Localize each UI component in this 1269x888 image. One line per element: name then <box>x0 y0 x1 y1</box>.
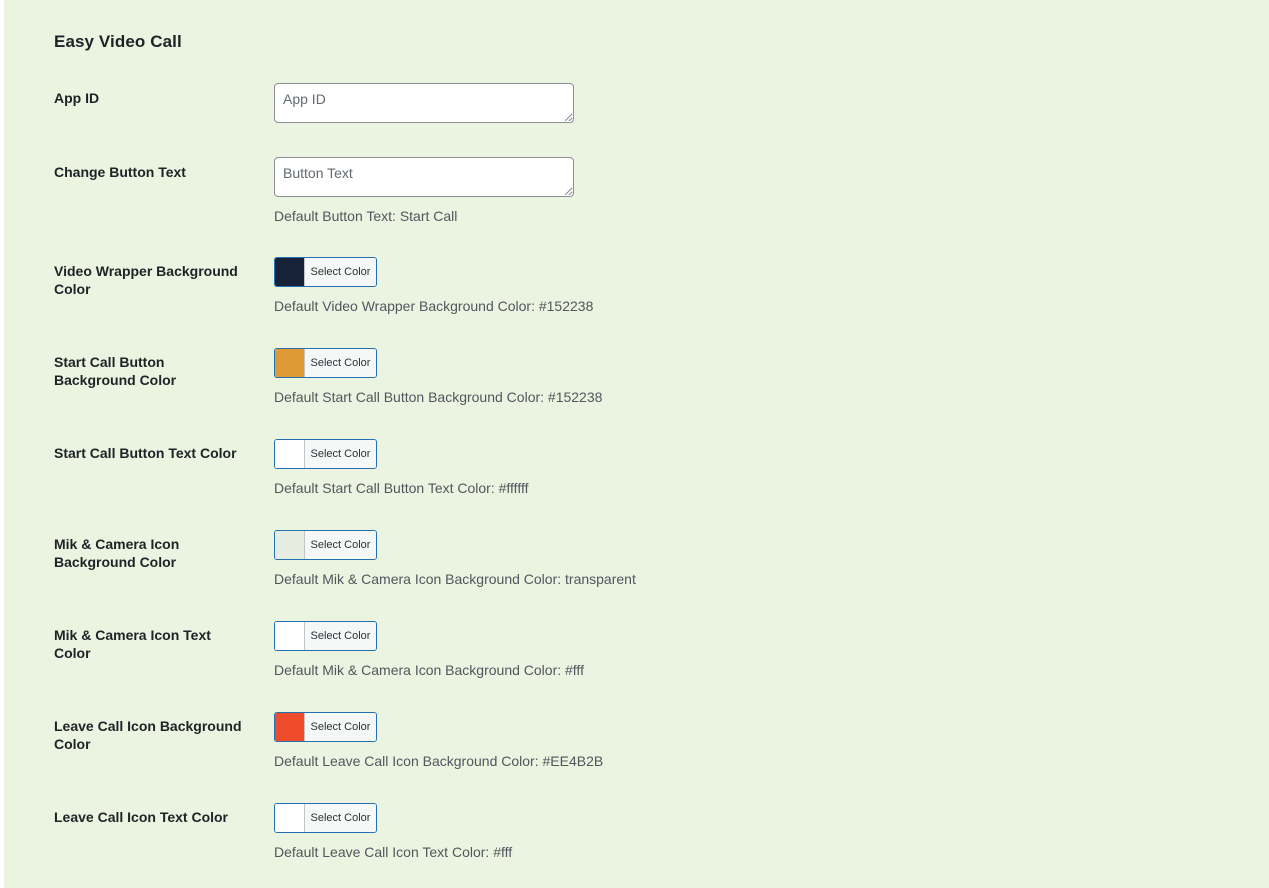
color-row-label: Start Call Button Text Color <box>54 445 237 461</box>
color-row-description: Default Video Wrapper Background Color: … <box>274 298 594 314</box>
select-color-label: Select Color <box>305 804 376 832</box>
color-row-label: Start Call Button Background Color <box>54 354 177 388</box>
color-row-label: Leave Call Icon Background Color <box>54 718 242 752</box>
select-color-button[interactable]: Select Color <box>274 348 377 378</box>
color-row-label: Mik & Camera Icon Background Color <box>54 536 180 570</box>
color-row-description: Default Start Call Button Background Col… <box>274 389 603 405</box>
select-color-button[interactable]: Select Color <box>274 803 377 833</box>
select-color-button[interactable]: Select Color <box>274 439 377 469</box>
select-color-label: Select Color <box>305 531 376 559</box>
app-id-input[interactable] <box>274 83 574 123</box>
select-color-button[interactable]: Select Color <box>274 621 377 651</box>
color-swatch <box>275 349 305 377</box>
select-color-label: Select Color <box>305 258 376 286</box>
select-color-label: Select Color <box>305 713 376 741</box>
color-swatch <box>275 531 305 559</box>
color-row-description: Default Mik & Camera Icon Background Col… <box>274 571 636 587</box>
select-color-button[interactable]: Select Color <box>274 530 377 560</box>
color-swatch <box>275 622 305 650</box>
button-text-description: Default Button Text: Start Call <box>274 208 458 224</box>
select-color-label: Select Color <box>305 622 376 650</box>
button-text-field-wrap <box>274 157 574 197</box>
color-row-description: Default Leave Call Icon Background Color… <box>274 753 604 769</box>
color-swatch <box>275 713 305 741</box>
app-id-label: App ID <box>54 90 100 106</box>
select-color-label: Select Color <box>305 349 376 377</box>
select-color-button[interactable]: Select Color <box>274 257 377 287</box>
color-row-label: Leave Call Icon Text Color <box>54 809 229 825</box>
color-row-description: Default Start Call Button Text Color: #f… <box>274 480 529 496</box>
color-swatch <box>275 258 305 286</box>
button-text-label: Change Button Text <box>54 164 186 180</box>
app-id-field-wrap <box>274 83 574 123</box>
select-color-label: Select Color <box>305 440 376 468</box>
color-swatch <box>275 804 305 832</box>
color-row-description: Default Leave Call Icon Text Color: #fff <box>274 844 513 860</box>
color-swatch <box>275 440 305 468</box>
color-row-label: Video Wrapper Background Color <box>54 263 238 297</box>
color-row-label: Mik & Camera Icon Text Color <box>54 627 211 661</box>
settings-page: Easy Video Call App ID Change Button Tex… <box>4 0 1269 888</box>
color-row-description: Default Mik & Camera Icon Background Col… <box>274 662 584 678</box>
button-text-input[interactable] <box>274 157 574 197</box>
section-title: Easy Video Call <box>54 32 182 51</box>
select-color-button[interactable]: Select Color <box>274 712 377 742</box>
